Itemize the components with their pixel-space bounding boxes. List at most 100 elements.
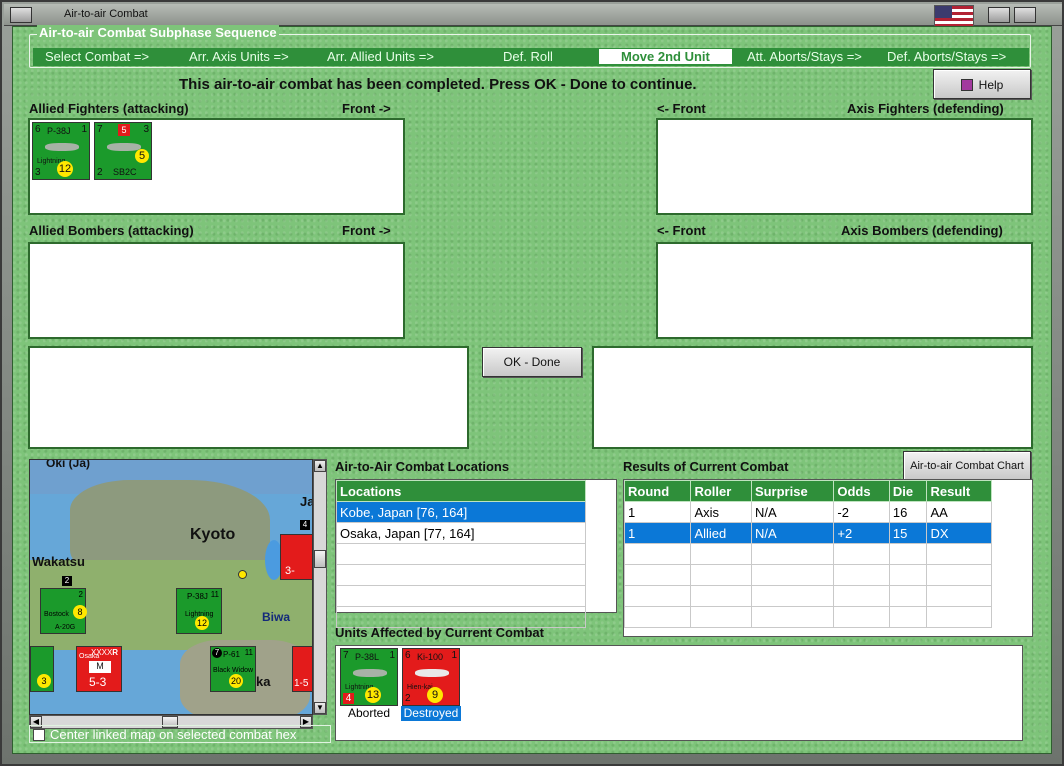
counter-bottom: 3: [35, 167, 41, 178]
counter-bottom: 2: [405, 693, 411, 704]
counter-range: 5: [135, 149, 149, 163]
location-row[interactable]: [336, 543, 586, 565]
axis-bombers-box[interactable]: [656, 242, 1033, 339]
affected-counter-p38l[interactable]: 7 P-38L 1 Lightning 4 13: [340, 648, 398, 706]
help-button[interactable]: Help: [933, 69, 1031, 99]
results-cell: AA: [926, 501, 992, 523]
counter-range: 12: [57, 161, 73, 177]
status-message: This air-to-air combat has been complete…: [179, 76, 697, 93]
results-cell: [750, 606, 835, 628]
results-column-header: Die: [888, 480, 928, 502]
map-counter-top: 2: [78, 590, 83, 599]
results-cell: [833, 606, 890, 628]
map-counter-edge-green[interactable]: 3: [30, 646, 54, 692]
map-counter-top: XXXX: [91, 648, 113, 657]
map-counter-bostock[interactable]: 2 Bostock A-20G 8: [40, 588, 87, 634]
locations-list[interactable]: Locations Kobe, Japan [76, 164] Osaka, Ja…: [335, 479, 617, 628]
step-def-roll: Def. Roll: [503, 49, 553, 64]
counter-bottom: 4: [343, 693, 354, 704]
minimize-button[interactable]: [988, 7, 1010, 23]
results-cell: DX: [926, 522, 992, 544]
plane-icon: [353, 669, 387, 677]
results-row[interactable]: 1 Allied N/A +2 15 DX: [623, 522, 992, 544]
results-cell: [888, 585, 928, 607]
results-row[interactable]: [623, 543, 992, 565]
map-counter-edge-red[interactable]: 3-: [280, 534, 312, 580]
map-label-ja: Ja: [300, 494, 312, 509]
counter-name: Ki-100: [417, 652, 444, 662]
allied-fighters-box[interactable]: 6 P-38J 1 Lightning 3 12 7 5 3 5 2 SB2C: [28, 118, 405, 215]
locations-header: Locations: [336, 480, 586, 502]
axis-fighters-box[interactable]: [656, 118, 1033, 215]
counter-subname: SB2C: [113, 167, 137, 177]
main-panel: Air-to-air Combat Subphase Sequence Sele…: [12, 25, 1052, 754]
results-column-header: Result: [926, 480, 992, 502]
counter-range: 9: [427, 687, 443, 703]
map-counter-osaka[interactable]: Osaka XXXX R M 5-3: [76, 646, 122, 692]
plane-icon: [107, 143, 141, 151]
map-label-wakatsu: Wakatsu: [32, 554, 85, 569]
linked-map[interactable]: Oki (Ja) Kyoto Wakatsu Biwa Ja ka 2 Bost…: [29, 459, 313, 715]
results-cell: Axis: [690, 501, 752, 523]
results-list[interactable]: Round Roller Surprise Odds Die Result 1 Axis N/…: [623, 479, 1033, 637]
subphase-sequence-title: Air-to-air Combat Subphase Sequence: [37, 25, 279, 40]
location-cell: [336, 585, 586, 607]
results-cell: +2: [833, 522, 890, 544]
map-scrollbar-vertical[interactable]: ▲ ▼: [313, 459, 327, 715]
results-row[interactable]: 1 Axis N/A -2 16 AA: [623, 501, 992, 523]
results-cell: N/A: [750, 501, 835, 523]
results-column-header: Odds: [833, 480, 890, 502]
affected-counter-ki100[interactable]: 6 Ki-100 1 Hien-kai 2 9: [402, 648, 460, 706]
step-arr-axis-units: Arr. Axis Units =>: [189, 49, 289, 64]
center-map-checkbox[interactable]: [33, 729, 45, 741]
map-counter-range: 12: [195, 616, 209, 630]
scroll-up-icon[interactable]: ▲: [314, 460, 326, 472]
map-counter-p38j[interactable]: 11 P-38J Lightning 12: [176, 588, 222, 634]
location-row[interactable]: [336, 585, 586, 607]
counter-p38j[interactable]: 6 P-38J 1 Lightning 3 12: [32, 122, 90, 180]
counter-range: 13: [365, 687, 381, 703]
location-row[interactable]: Kobe, Japan [76, 164]: [336, 501, 586, 523]
results-row[interactable]: [623, 585, 992, 607]
allied-bombers-box[interactable]: [28, 242, 405, 339]
scroll-thumb[interactable]: [314, 550, 326, 568]
maximize-button[interactable]: [1014, 7, 1036, 23]
map-counter-value: 3-: [285, 565, 295, 577]
axis-fighters-front-label: <- Front: [657, 101, 706, 116]
map-counter-sub: Black Widow: [213, 667, 254, 674]
plane-icon: [415, 669, 449, 677]
center-map-option[interactable]: Center linked map on selected combat hex: [29, 725, 331, 743]
map-counter-name: P-61: [223, 650, 240, 659]
results-cell: [690, 564, 752, 586]
results-cell: [888, 606, 928, 628]
combat-chart-button[interactable]: Air-to-air Combat Chart: [903, 451, 1031, 481]
location-cell: [336, 543, 586, 565]
counter-name: P-38J: [47, 126, 71, 136]
help-label: Help: [978, 77, 1004, 92]
results-cell: [690, 585, 752, 607]
units-affected-box[interactable]: 7 P-38L 1 Lightning 4 13 Aborted 6 Ki-10…: [335, 645, 1023, 741]
scroll-down-icon[interactable]: ▼: [314, 702, 326, 714]
counter-defense: 1: [389, 650, 395, 661]
counter-defense: 1: [81, 124, 87, 135]
results-cell: [750, 543, 835, 565]
location-row[interactable]: [336, 564, 586, 586]
counter-defense: 1: [451, 650, 457, 661]
location-cell: Osaka, Japan [77, 164]: [336, 522, 586, 544]
system-menu-button[interactable]: [10, 7, 32, 23]
results-row[interactable]: [623, 606, 992, 628]
help-book-icon: [960, 78, 973, 91]
map-counter-edge-red-2[interactable]: 1-5: [292, 646, 312, 692]
counter-sb2c[interactable]: 7 5 3 5 2 SB2C: [94, 122, 152, 180]
us-flag-icon: [934, 5, 974, 27]
counter-attack: 7: [343, 650, 349, 661]
ok-done-button[interactable]: OK - Done: [482, 347, 582, 377]
results-title: Results of Current Combat: [623, 459, 789, 474]
results-row[interactable]: [623, 564, 992, 586]
location-row[interactable]: Osaka, Japan [77, 164]: [336, 522, 586, 544]
map-counter-range: 20: [229, 674, 243, 688]
center-map-label: Center linked map on selected combat hex: [50, 727, 297, 742]
results-cell: [623, 564, 692, 586]
status-destroyed: Destroyed: [401, 706, 461, 721]
title-bar[interactable]: Air-to-air Combat: [4, 4, 1062, 27]
